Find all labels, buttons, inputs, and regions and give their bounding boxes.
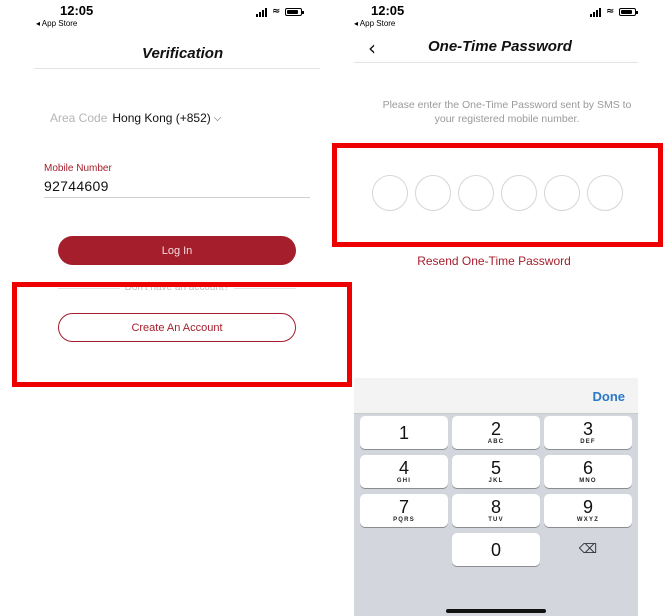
wifi-icon: ≈ — [606, 6, 615, 17]
key-4[interactable]: 4 GHI — [360, 455, 448, 488]
area-code-label: Area Code — [50, 111, 108, 125]
done-button[interactable]: Done — [593, 389, 626, 404]
resend-otp-link[interactable]: Resend One-Time Password — [354, 254, 634, 268]
key-digit: 8 — [490, 496, 501, 517]
numeric-keyboard: Done 1 2 ABC 3 DEF 4 GHI 5 JKL 6 MNO 7 PQRS 8 TUV 9 WXYZ… — [354, 378, 638, 616]
home-indicator — [446, 609, 546, 613]
key-digit: 5 — [490, 457, 501, 478]
key-digit: 0 — [490, 539, 501, 560]
key-letters: DEF — [580, 438, 596, 445]
page-title: Verification — [142, 45, 224, 62]
key-9[interactable]: 9 WXYZ — [544, 494, 632, 527]
key-digit: 6 — [582, 457, 593, 478]
key-letters: WXYZ — [576, 516, 600, 523]
key-letters: GHI — [396, 477, 412, 484]
key-0[interactable]: 0 — [452, 533, 540, 566]
area-code-selector[interactable]: Area Code Hong Kong (+852) ⌵ — [50, 111, 221, 125]
key-digit: 1 — [398, 422, 409, 443]
area-code-value: Hong Kong (+852) — [112, 111, 211, 125]
key-digit: 9 — [582, 496, 593, 517]
key-digit: 3 — [582, 418, 593, 439]
key-2[interactable]: 2 ABC — [452, 416, 540, 449]
key-5[interactable]: 5 JKL — [452, 455, 540, 488]
signal-icon — [256, 7, 267, 17]
mobile-number-input[interactable]: 92744609 — [44, 178, 109, 194]
key-6[interactable]: 6 MNO — [544, 455, 632, 488]
login-button[interactable]: Log In — [58, 236, 296, 265]
key-digit: 4 — [398, 457, 409, 478]
create-account-highlight-box — [12, 282, 352, 387]
status-icons: ≈ — [256, 6, 305, 17]
otp-instructions: Please enter the One-Time Password sent … — [354, 98, 660, 126]
back-to-app-store-link[interactable]: ◂ App Store — [36, 19, 77, 28]
signal-icon — [590, 7, 601, 17]
nav-divider — [34, 68, 320, 69]
key-letters: PQRS — [393, 516, 415, 523]
status-time: 12:05 — [371, 3, 405, 18]
key-3[interactable]: 3 DEF — [544, 416, 632, 449]
status-bar: 12:05 ◂ App Store ≈ — [354, 0, 660, 34]
keyboard-toolbar: Done — [354, 378, 638, 414]
mobile-number-label: Mobile Number — [44, 163, 112, 174]
otp-instructions-line-2: your registered mobile number. — [434, 113, 580, 125]
delete-icon: ⌫ — [578, 542, 598, 557]
delete-key[interactable]: ⌫ — [544, 533, 632, 566]
back-to-app-store-link[interactable]: ◂ App Store — [354, 19, 395, 28]
back-chevron-icon[interactable]: ‹ — [368, 36, 376, 60]
key-digit: 7 — [398, 496, 409, 517]
battery-icon — [619, 8, 639, 16]
status-icons: ≈ — [590, 6, 639, 17]
key-letters: MNO — [579, 477, 597, 484]
key-letters: JKL — [488, 477, 504, 484]
otp-screen: 12:05 ◂ App Store ≈ ‹ One-Time Password … — [354, 0, 660, 616]
chevron-down-icon: ⌵ — [213, 112, 222, 124]
nav-divider — [354, 62, 638, 63]
key-1[interactable]: 1 — [360, 416, 448, 449]
key-8[interactable]: 8 TUV — [452, 494, 540, 527]
battery-icon — [285, 8, 305, 16]
key-letters: TUV — [488, 516, 504, 523]
status-time: 12:05 — [60, 3, 94, 18]
wifi-icon: ≈ — [272, 6, 281, 17]
status-bar: 12:05 ◂ App Store ≈ — [0, 0, 340, 34]
otp-highlight-box — [332, 143, 663, 247]
page-title: One-Time Password — [428, 38, 572, 55]
key-digit: 2 — [490, 418, 501, 439]
mobile-number-underline — [44, 197, 310, 198]
key-7[interactable]: 7 PQRS — [360, 494, 448, 527]
key-letters: ABC — [487, 438, 505, 445]
otp-instructions-line-1: Please enter the One-Time Password sent … — [382, 99, 632, 111]
